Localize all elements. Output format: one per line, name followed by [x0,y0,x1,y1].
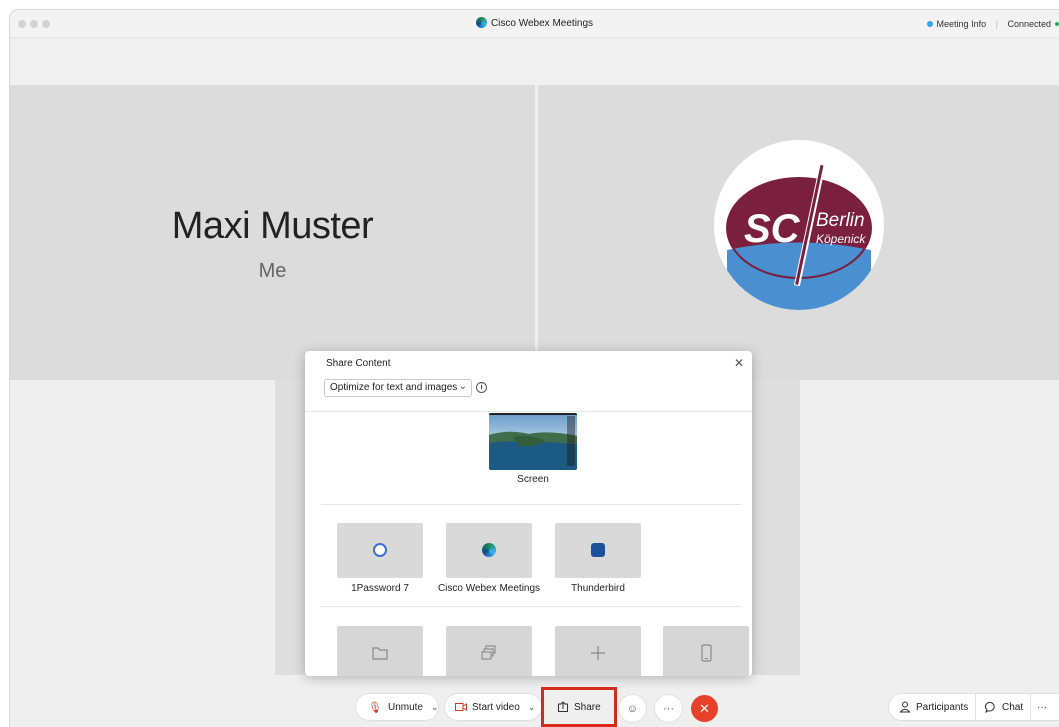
start-video-button[interactable]: Start video ⌄ [445,694,541,720]
window-title-text: Cisco Webex Meetings [490,18,594,29]
mobile-device-icon [701,644,712,662]
video-off-icon [455,703,467,711]
chevron-down-icon: ⌄ [458,381,467,392]
webex-logo-icon [475,17,487,28]
screen-label: Screen [517,474,549,485]
plus-icon [591,646,605,660]
app-tile-1password[interactable] [337,523,423,578]
logo-sc-text: SC [744,207,801,251]
reactions-button[interactable]: ☺ [619,695,646,722]
participants-button[interactable]: Participants [889,694,975,720]
chat-button[interactable]: Chat [976,694,1030,720]
share-highlight-box [541,687,617,727]
title-bar: Cisco Webex Meetings Meeting Info | Conn… [10,10,1059,38]
folder-icon [372,647,388,660]
app-label-webex: Cisco Webex Meetings [437,583,541,594]
screen-share-thumbnail[interactable] [489,413,577,470]
close-icon[interactable]: ✕ [734,356,744,370]
meeting-info-link[interactable]: Meeting Info [926,19,987,29]
chevron-down-icon[interactable]: ⌄ [528,702,536,713]
meeting-info-label: Meeting Info [936,19,987,29]
leave-meeting-button[interactable]: ✕ [691,695,718,722]
connected-dot-icon [1055,22,1059,26]
unmute-button[interactable]: 🎙 Unmute ⌄ [356,694,439,720]
optimize-select[interactable]: Optimize for text and images ⌄ [324,379,472,397]
logo-koepenick-text: Köpenick [816,232,866,246]
window-title: Cisco Webex Meetings [10,17,1059,29]
dialog-title: Share Content [326,358,391,369]
app-tile-webex[interactable] [446,523,532,578]
webex-icon [482,543,496,557]
participants-label: Participants [916,701,969,713]
more-icon: ··· [1037,701,1047,713]
windows-icon [481,645,496,660]
divider [305,411,752,412]
close-icon: ✕ [699,700,710,716]
app-label-thunderbird: Thunderbird [571,583,625,594]
self-video-pane: Maxi Muster Me [10,85,535,380]
optimize-select-value: Optimize for text and images [330,382,458,393]
chat-bubble-icon [985,701,995,713]
smiley-icon: ☺ [626,702,639,715]
info-dot-icon [926,21,933,27]
chevron-down-icon[interactable]: ⌄ [431,702,439,713]
microphone-muted-icon: 🎙 [368,701,382,714]
more-options-button[interactable]: ··· [655,695,682,722]
unmute-label: Unmute [387,701,423,713]
connection-status: Connected [1007,19,1051,29]
self-name: Maxi Muster [171,205,374,247]
thunderbird-icon [591,543,605,557]
top-strip [10,38,1059,85]
sc-berlin-koepenick-logo: SC Berlin Köpenick [714,140,884,310]
share-file-tile[interactable] [337,626,423,676]
divider [321,606,741,607]
share-more-tile[interactable] [555,626,641,676]
start-video-label: Start video [472,701,520,713]
1password-icon [373,543,387,557]
share-content-dialog: Share Content ✕ Optimize for text and im… [305,351,752,676]
divider: | [995,19,998,29]
app-label-1password: 1Password 7 [351,583,409,594]
share-mobile-tile[interactable] [663,626,749,676]
overflow-menu-button[interactable]: ··· [1031,694,1059,720]
more-icon: ··· [663,702,674,715]
share-multiple-apps-tile[interactable] [446,626,532,676]
meeting-status-area: Meeting Info | Connected [926,19,1059,29]
self-tag: Me [258,260,287,282]
chat-label: Chat [1002,701,1024,713]
info-icon[interactable]: i [476,382,487,393]
divider [321,504,741,505]
person-icon [899,701,911,713]
app-tile-thunderbird[interactable] [555,523,641,578]
remote-video-pane: SC Berlin Köpenick [538,85,1059,380]
logo-berlin-text: Berlin [816,210,865,231]
